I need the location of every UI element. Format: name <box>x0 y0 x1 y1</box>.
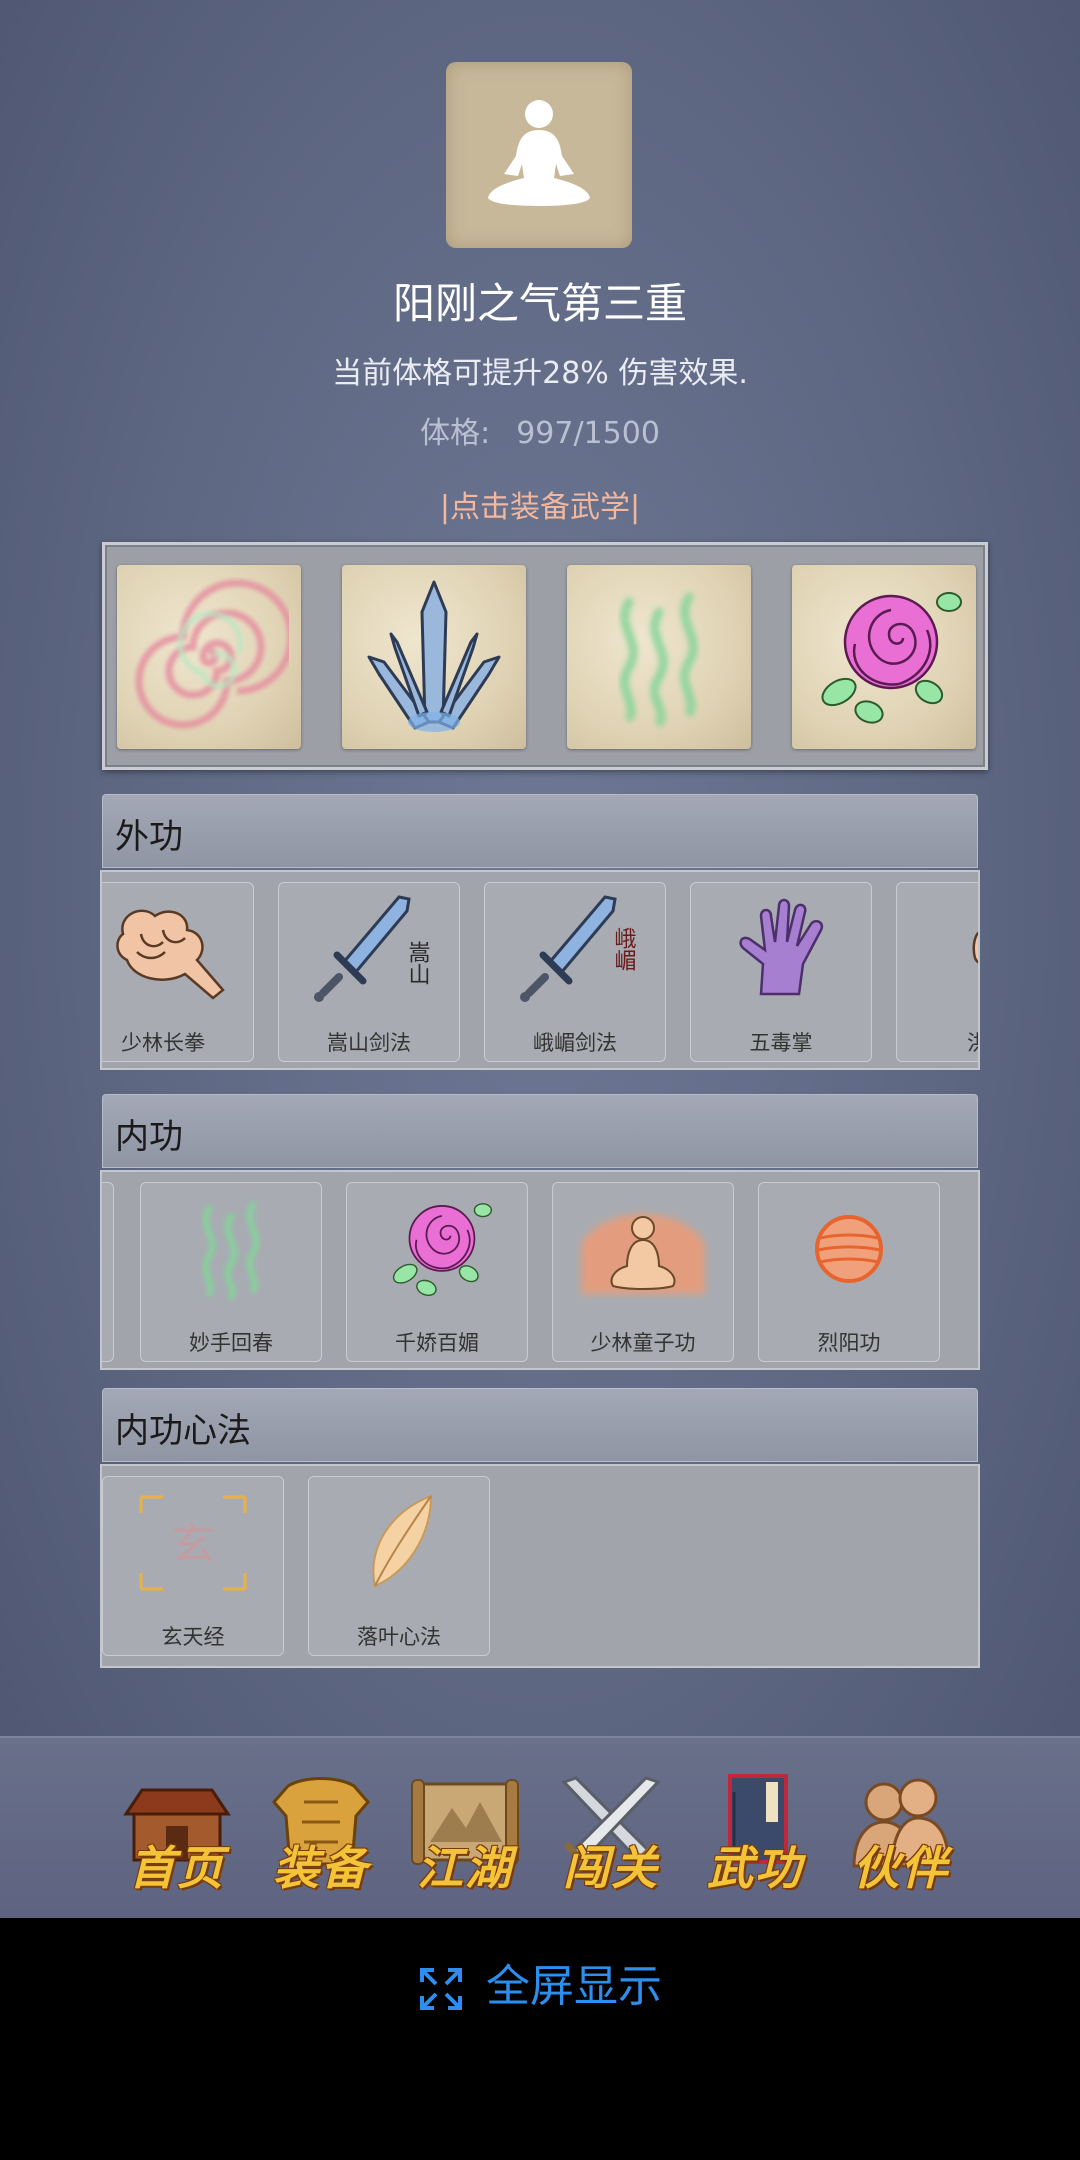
sword-mark: 峨嵋 <box>611 927 636 971</box>
spiral-icon <box>135 579 289 729</box>
skill-label: 千娇百媚 <box>395 1331 479 1355</box>
panel-header: 内功 <box>102 1094 978 1168</box>
skill-label: 五毒掌 <box>749 1031 813 1055</box>
mind-method-panel: 内功心法 玄 玄天经 落叶心法 <box>100 1388 980 1668</box>
skill-label: 嵩山剑法 <box>327 1031 411 1055</box>
panel-header: 外功 <box>102 794 978 868</box>
skill-label: 少林童子功 <box>590 1331 696 1355</box>
equip-skill-link[interactable]: |点击装备武学| <box>0 482 1080 526</box>
skill-card-emei-sword[interactable]: 峨嵋 峨嵋剑法 <box>484 882 666 1062</box>
stat-label: 体格: <box>420 416 491 451</box>
skill-card-xuantian[interactable]: 玄 玄天经 <box>102 1476 284 1656</box>
bottom-nav: 首页 装备 江湖 闯关 武功 伙伴 <box>0 1736 1080 1918</box>
stat-value: 997/1500 <box>516 416 660 451</box>
equipped-slot-4[interactable] <box>792 565 976 749</box>
fullscreen-button[interactable]: 全屏显示 <box>0 1950 1080 2014</box>
skill-description: 当前体格可提升28% 伤害效果. <box>332 356 748 391</box>
sword-icon: 峨嵋 <box>520 895 636 1002</box>
panel-title: 内功 <box>115 1117 183 1157</box>
skill-label: 玄天经 <box>161 1625 225 1649</box>
skill-card-hidden[interactable] <box>102 1182 114 1362</box>
rose-icon <box>392 1203 493 1296</box>
skill-label: 落叶心法 <box>357 1625 441 1649</box>
nav-challenge[interactable]: 闯关 <box>546 1766 676 1896</box>
skill-card-miaoshou[interactable]: 妙手回春 <box>140 1182 322 1362</box>
nav-home[interactable]: 首页 <box>112 1766 242 1896</box>
nav-label: 江湖 <box>417 1841 513 1895</box>
expand-icon <box>420 1968 462 2010</box>
skill-title: 阳刚之气第三重 <box>392 279 687 328</box>
outer-skills-panel: 外功 少林长拳 嵩山 嵩山剑法 峨嵋 峨嵋剑法 五毒掌 <box>100 794 980 1070</box>
nav-martial-arts[interactable]: 武功 <box>690 1766 820 1896</box>
nav-label: 首页 <box>129 1841 225 1895</box>
purple-palm-icon <box>739 898 824 996</box>
skill-label: 烈阳功 <box>817 1331 881 1355</box>
skill-label: 少林长拳 <box>121 1031 205 1055</box>
leaf-icon <box>372 1494 433 1588</box>
nav-label: 武功 <box>707 1841 803 1895</box>
meditating-figure-icon <box>488 100 590 206</box>
skill-card-five-poison-palm[interactable]: 五毒掌 <box>690 882 872 1062</box>
equipped-skills-bar <box>102 542 988 770</box>
nav-label: 闯关 <box>563 1841 659 1895</box>
panel-title: 外功 <box>115 817 183 857</box>
equipped-slot-3[interactable] <box>567 565 751 749</box>
nav-equipment[interactable]: 装备 <box>256 1766 386 1896</box>
green-qi-icon <box>620 592 698 727</box>
sword-icon: 嵩山 <box>314 895 430 1002</box>
nav-jianghu[interactable]: 江湖 <box>400 1766 530 1896</box>
skill-label: 洪 <box>897 1027 978 1057</box>
fullscreen-label: 全屏显示 <box>486 1961 662 2012</box>
equipped-slot-1[interactable] <box>117 565 301 749</box>
skill-card-songshan-sword[interactable]: 嵩山 嵩山剑法 <box>278 882 460 1062</box>
inner-skills-panel: 内功 妙手回春 千娇百媚 少林童子功 烈阳功 <box>100 1094 980 1370</box>
skill-card-shaolin-fist[interactable]: 少林长拳 <box>102 882 254 1062</box>
ice-blades-icon <box>367 580 501 732</box>
mind-method-list[interactable]: 玄 玄天经 落叶心法 <box>100 1464 980 1668</box>
outer-skills-list[interactable]: 少林长拳 嵩山 嵩山剑法 峨嵋 峨嵋剑法 五毒掌 <box>100 870 980 1070</box>
panel-header: 内功心法 <box>102 1388 978 1462</box>
nav-label: 装备 <box>273 1841 369 1895</box>
equipped-slot-2[interactable] <box>342 565 526 749</box>
fire-orb-icon <box>815 1215 883 1283</box>
skill-card-lieyang[interactable]: 烈阳功 <box>758 1182 940 1362</box>
xuan-glyph: 玄 <box>171 1519 215 1570</box>
meditating-monk-icon <box>581 1214 705 1294</box>
game-screen: 阳刚之气第三重 当前体格可提升28% 伤害效果. 体格: 997/1500 |点击… <box>0 0 1080 1918</box>
skill-card-hong[interactable]: 洪 <box>896 882 978 1062</box>
fist-icon <box>116 909 225 1000</box>
nav-companions[interactable]: 伙伴 <box>836 1766 966 1896</box>
green-qi-icon <box>202 1201 260 1300</box>
sword-mark: 嵩山 <box>405 941 430 985</box>
constitution-stat: 体格: 997/1500 <box>0 408 1080 452</box>
skill-label: 峨嵋剑法 <box>533 1031 617 1055</box>
nav-label: 伙伴 <box>853 1841 949 1895</box>
panel-title: 内功心法 <box>115 1411 251 1451</box>
meditation-portrait <box>446 62 632 248</box>
skill-label: 妙手回春 <box>189 1331 273 1355</box>
skill-card-luoye[interactable]: 落叶心法 <box>308 1476 490 1656</box>
rose-icon <box>821 592 962 724</box>
skill-card-qianjiao[interactable]: 千娇百媚 <box>346 1182 528 1362</box>
fist-icon <box>972 931 978 964</box>
inner-skills-list[interactable]: 妙手回春 千娇百媚 少林童子功 烈阳功 <box>100 1170 980 1370</box>
xuan-glyph-icon: 玄 <box>139 1495 247 1591</box>
skill-card-shaolin-tongzi[interactable]: 少林童子功 <box>552 1182 734 1362</box>
